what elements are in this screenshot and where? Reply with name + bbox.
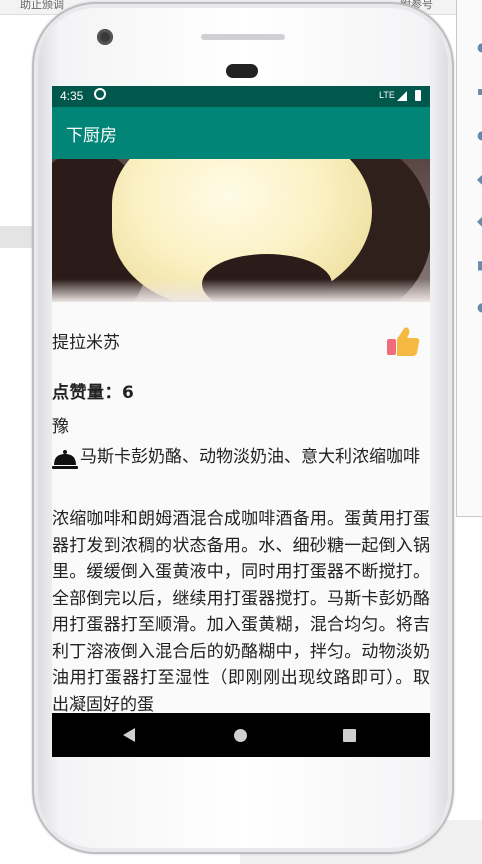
likes-count: 点赞量：6 [52, 383, 135, 403]
recipe-image [52, 159, 430, 302]
app-bar: 下厨房 [52, 107, 430, 159]
panel-icon[interactable]: ● [477, 40, 482, 54]
status-time: 4:35 [60, 89, 84, 103]
image-shape [52, 279, 430, 302]
panel-icon[interactable]: ● [477, 300, 482, 314]
thumbs-up-icon[interactable] [385, 324, 421, 358]
editor-right-panel: ● ▪ ● ◆ ◆ ■ ● [456, 0, 482, 517]
recipe-steps: 浓缩咖啡和朗姆酒混合成咖啡酒备用。蛋黄用打蛋器打发到浓稠的状态备用。水、细砂糖一… [52, 509, 430, 715]
editor-top-left-text: 助止颁调 [20, 0, 64, 11]
navigation-bar [52, 713, 430, 757]
sync-icon [94, 88, 106, 100]
recipe-name: 提拉米苏 [52, 333, 120, 353]
earpiece [201, 34, 285, 40]
app-title: 下厨房 [66, 126, 117, 146]
panel-icon[interactable]: ◆ [477, 214, 482, 228]
ingredients-text: 马斯卡彭奶酪、动物淡奶油、意大利浓缩咖啡 [80, 447, 420, 467]
recents-icon[interactable] [343, 729, 356, 742]
panel-icon[interactable]: ◆ [477, 172, 482, 186]
proximity-sensor [226, 64, 258, 78]
back-icon[interactable] [123, 728, 135, 742]
phone-screen: 4:35 LTE 下厨房 提拉米苏 点赞量：6 豫 马斯卡彭奶酪、动物淡奶油、意 [52, 86, 430, 757]
battery-icon [415, 90, 421, 101]
signal-icon [397, 91, 407, 101]
cloche-icon [52, 450, 78, 469]
panel-icon[interactable]: ▪ [477, 84, 482, 98]
panel-icon[interactable]: ● [477, 128, 482, 142]
network-type: LTE [379, 90, 395, 100]
status-bar: 4:35 LTE [52, 86, 430, 107]
front-camera [97, 29, 113, 45]
panel-icon[interactable]: ■ [477, 258, 482, 272]
home-icon[interactable] [234, 729, 247, 742]
recipe-author: 豫 [52, 417, 69, 437]
